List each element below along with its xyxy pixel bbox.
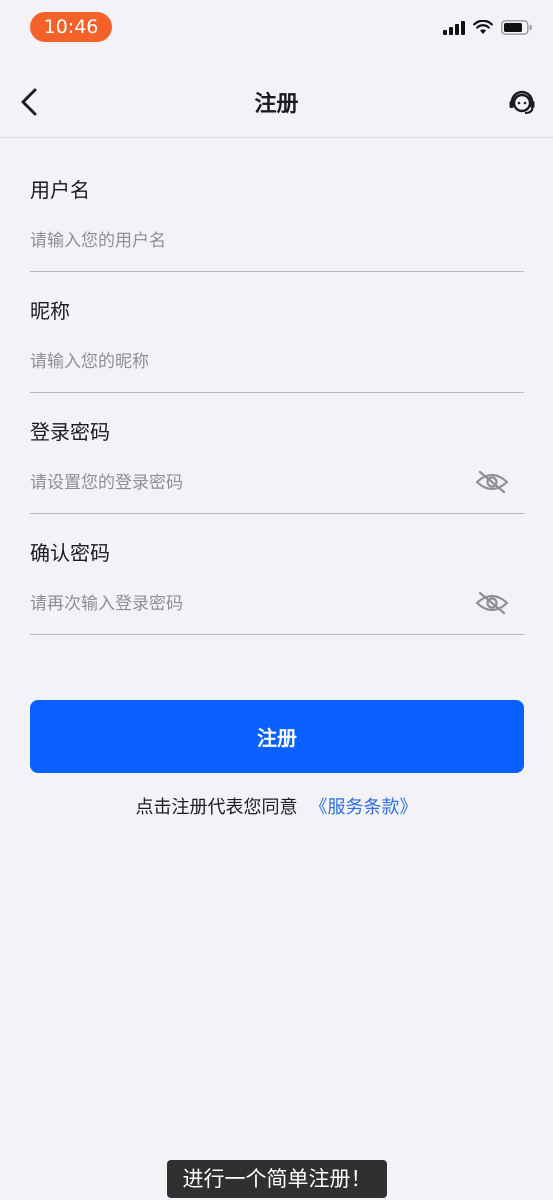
username-input[interactable]: [30, 226, 460, 256]
customer-service-button[interactable]: [507, 86, 537, 116]
confirm-password-field: 确认密码: [30, 523, 524, 635]
password-input[interactable]: [30, 468, 460, 498]
password-label: 登录密码: [30, 420, 110, 444]
password-field: 登录密码: [30, 402, 524, 514]
page-title: 注册: [254, 92, 299, 117]
confirm-password-label: 确认密码: [30, 541, 110, 565]
status-icons: [443, 20, 533, 35]
terms-row: 点击注册代表您同意 《服务条款》: [0, 793, 553, 819]
nickname-label: 昵称: [30, 299, 70, 323]
status-bar: 10:46: [0, 0, 553, 56]
eye-off-icon: [475, 470, 509, 494]
nickname-field: 昵称: [30, 281, 524, 393]
nav-bar: 注册: [0, 66, 553, 138]
video-caption: 进行一个简单注册！: [167, 1160, 387, 1198]
headset-icon: [509, 90, 535, 114]
confirm-password-input[interactable]: [30, 589, 460, 619]
eye-off-icon: [475, 591, 509, 615]
wifi-icon: [473, 20, 493, 34]
nickname-input[interactable]: [30, 347, 460, 377]
password-visibility-toggle[interactable]: [474, 469, 510, 495]
confirm-password-visibility-toggle[interactable]: [474, 590, 510, 616]
terms-text: 点击注册代表您同意: [135, 797, 298, 818]
register-button[interactable]: 注册: [30, 700, 524, 773]
username-label: 用户名: [30, 178, 90, 202]
signal-icon: [443, 20, 465, 35]
status-time: 10:46: [30, 12, 112, 42]
username-field: 用户名: [30, 160, 524, 272]
battery-icon: [501, 20, 532, 35]
terms-of-service-link[interactable]: 《服务条款》: [310, 797, 418, 818]
